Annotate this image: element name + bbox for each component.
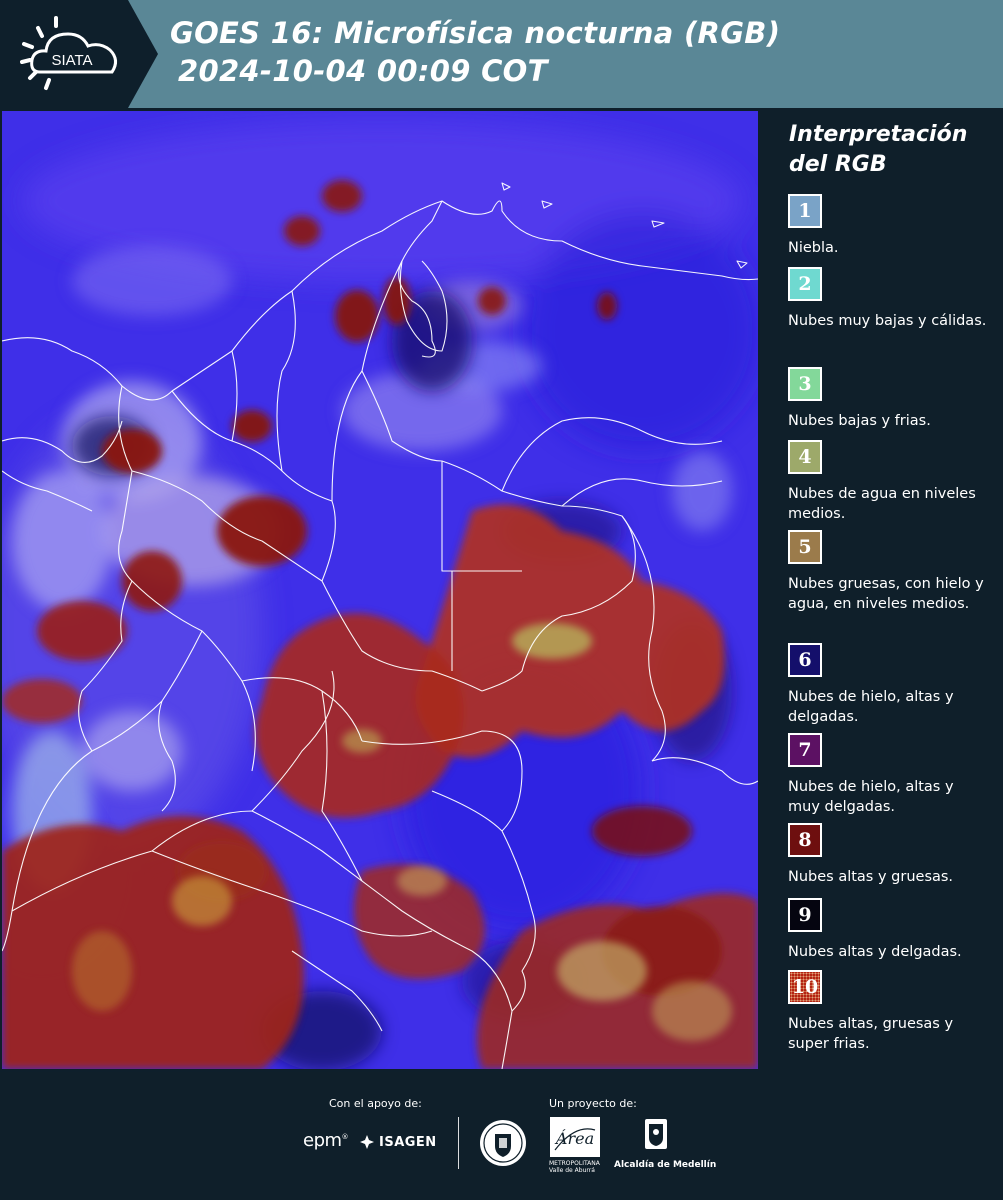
epm-registered-mark: ® <box>341 1133 349 1141</box>
legend-label: Niebla. <box>788 240 839 256</box>
footer: Con el apoyo de: Un proyecto de: epm® IS… <box>0 1072 1003 1200</box>
legend-item-8: 8 Nubes altas y gruesas. <box>788 823 988 887</box>
title-line-1: GOES 16: Microfísica nocturna (RGB) <box>170 16 781 50</box>
legend-item-7: 7 Nubes de hielo, altas y muy delgadas. <box>788 733 988 817</box>
epm-text: epm <box>303 1130 342 1151</box>
legend-label: Nubes altas y gruesas. <box>788 869 954 885</box>
legend-item-2: 2 Nubes muy bajas y cálidas. <box>788 267 988 331</box>
legend-swatch: 4 <box>788 440 822 474</box>
footer-divider <box>458 1117 459 1169</box>
university-seal-icon <box>480 1120 526 1166</box>
legend-item-3: 3 Nubes bajas y frias. <box>788 367 988 431</box>
area-subtitle-line-1: METROPOLITANA <box>549 1160 600 1167</box>
page-title: GOES 16: Microfísica nocturna (RGB) 2024… <box>170 14 780 90</box>
map-frame <box>0 108 760 1072</box>
legend-item-10: 10 Nubes altas, gruesas y super frias. <box>788 970 988 1054</box>
legend-label: Nubes de hielo, altas y muy delgadas. <box>788 779 954 815</box>
project-label: Un proyecto de: <box>549 1097 637 1110</box>
legend-swatch: 2 <box>788 267 822 301</box>
legend-item-6: 6 Nubes de hielo, altas y delgadas. <box>788 643 988 727</box>
legend-item-1: 1 Niebla. <box>788 194 988 258</box>
legend-swatch: 8 <box>788 823 822 857</box>
legend-swatch: 3 <box>788 367 822 401</box>
alcaldia-shield-icon <box>645 1119 667 1149</box>
isagen-mark-icon <box>360 1135 374 1149</box>
legend-item-5: 5 Nubes gruesas, con hielo y agua, en niv… <box>788 530 988 614</box>
satellite-map[interactable] <box>2 111 758 1069</box>
legend-label: Nubes muy bajas y cálidas. <box>788 313 987 329</box>
legend-swatch: 7 <box>788 733 822 767</box>
siata-logo: SIATA <box>20 16 117 90</box>
legend-swatch: 1 <box>788 194 822 228</box>
legend-swatch: 5 <box>788 530 822 564</box>
legend-swatch: 6 <box>788 643 822 677</box>
legend-label: Nubes gruesas, con hielo y agua, en nive… <box>788 576 984 612</box>
legend-item-9: 9 Nubes altas y delgadas. <box>788 898 988 962</box>
isagen-logo: ISAGEN <box>359 1131 437 1153</box>
title-line-2: 2024-10-04 00:09 COT <box>178 54 548 88</box>
isagen-text: ISAGEN <box>379 1134 437 1150</box>
legend-item-4: 4 Nubes de agua en niveles medios. <box>788 440 988 524</box>
legend-label: Nubes de agua en niveles medios. <box>788 486 976 522</box>
legend-swatch: 10 <box>788 970 822 1004</box>
logo-text: SIATA <box>51 52 92 69</box>
area-subtitle: METROPOLITANA Valle de Aburrá <box>549 1160 600 1174</box>
legend-label: Nubes altas, gruesas y super frias. <box>788 1016 954 1052</box>
header-bar: SIATA GOES 16: Microfísica nocturna (RGB… <box>0 0 1003 108</box>
legend-label: Nubes de hielo, altas y delgadas. <box>788 689 954 725</box>
legend-swatch: 9 <box>788 898 822 932</box>
legend-title: Interpretación del RGB <box>789 122 968 177</box>
legend-panel: Interpretación del RGB 1 Niebla. 2 Nubes mu… <box>760 108 1003 1072</box>
alcaldia-name: Alcaldía de Medellín <box>614 1160 717 1170</box>
area-logo-text: Área <box>554 1128 594 1148</box>
area-subtitle-line-2: Valle de Aburrá <box>549 1167 595 1174</box>
legend-label: Nubes altas y delgadas. <box>788 944 962 960</box>
epm-logo: epm® <box>303 1130 349 1151</box>
support-label: Con el apoyo de: <box>329 1097 422 1110</box>
legend-label: Nubes bajas y frias. <box>788 413 931 429</box>
